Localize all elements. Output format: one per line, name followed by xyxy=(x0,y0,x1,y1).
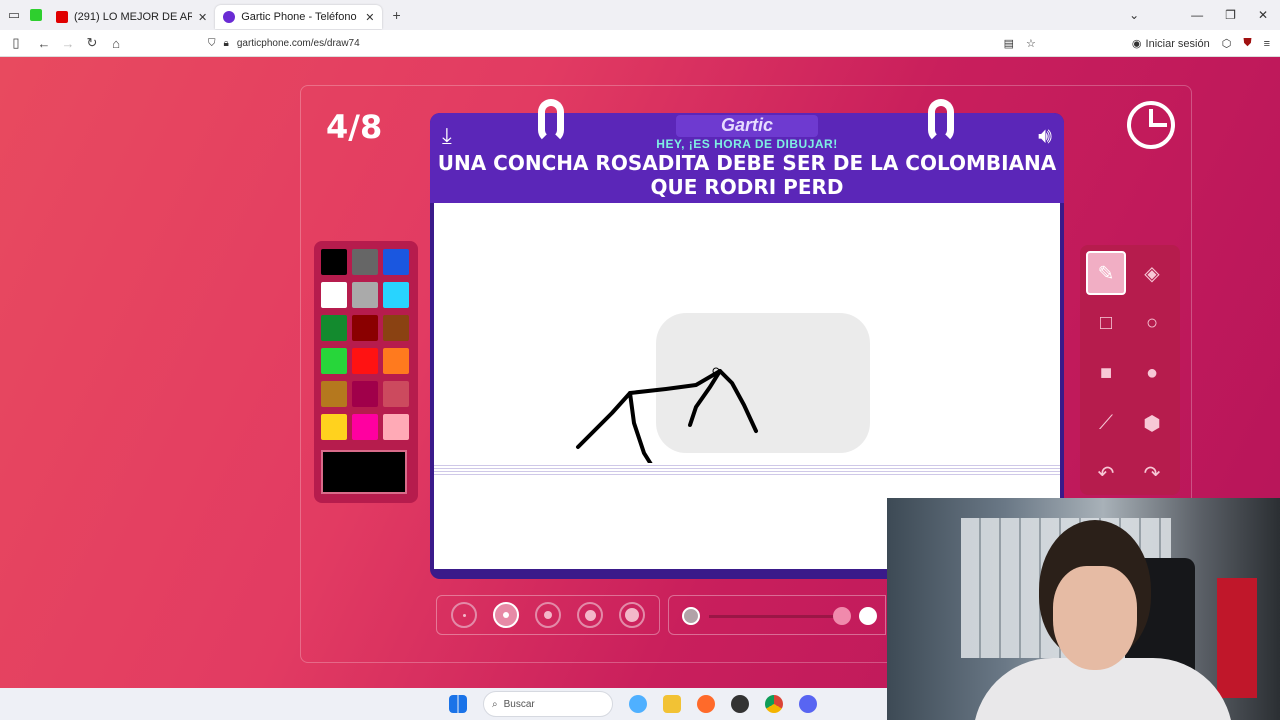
bookmark-star-icon[interactable]: ☆ xyxy=(1026,37,1036,50)
color-swatch[interactable] xyxy=(383,348,409,374)
slider-handle[interactable] xyxy=(833,607,851,625)
color-swatch[interactable] xyxy=(383,381,409,407)
color-swatch[interactable] xyxy=(352,282,378,308)
tab-gartic[interactable]: Gartic Phone - Teléfono Descon ✕ xyxy=(215,5,383,29)
color-swatch[interactable] xyxy=(352,381,378,407)
discord-icon[interactable] xyxy=(799,695,817,713)
color-swatch[interactable] xyxy=(352,414,378,440)
tab-title: Gartic Phone - Teléfono Descon xyxy=(241,11,359,23)
ublock-icon[interactable]: ⛊ xyxy=(1243,37,1251,50)
webcam-person-face xyxy=(1053,566,1137,670)
timer-icon xyxy=(1127,101,1175,149)
forward-icon[interactable]: → xyxy=(56,36,80,51)
tab-favicon-kick[interactable] xyxy=(30,9,42,21)
nav-bar: ▯ ← → ↻ ⌂ ⛉ 🔒︎ garticphone.com/es/draw74… xyxy=(0,30,1280,57)
reload-icon[interactable]: ↻ xyxy=(80,35,104,51)
back-icon[interactable]: ← xyxy=(32,36,56,51)
watermark-logo xyxy=(656,313,870,453)
tab-title: (291) LO MEJOR DE ARGENTINA xyxy=(74,11,192,23)
url-text[interactable]: garticphone.com/es/draw74 xyxy=(237,38,360,49)
canvas-bottom-lines xyxy=(434,463,1060,475)
extensions-icon[interactable]: ⬡ xyxy=(1222,37,1232,50)
circle-outline-icon[interactable]: ○ xyxy=(1132,301,1172,345)
webcam-overlay xyxy=(887,498,1280,720)
round-counter: 4/8 xyxy=(326,108,383,146)
restore-icon[interactable]: ❐ xyxy=(1225,8,1236,22)
window-controls: ⌄ — ❐ ✕ xyxy=(1129,0,1280,30)
search-placeholder: Buscar xyxy=(503,698,535,710)
gartic-logo: Gartic xyxy=(676,115,818,137)
line-icon[interactable]: ⟋ xyxy=(1086,401,1126,445)
youtube-icon xyxy=(56,11,68,23)
minimize-icon[interactable]: — xyxy=(1191,8,1203,22)
color-swatch[interactable] xyxy=(383,282,409,308)
color-swatch[interactable] xyxy=(383,315,409,341)
undo-icon[interactable]: ↶ xyxy=(1086,451,1126,495)
windows-start-icon[interactable] xyxy=(449,695,467,713)
close-tab-icon[interactable]: ✕ xyxy=(365,11,374,24)
color-swatch[interactable] xyxy=(383,414,409,440)
color-swatch[interactable] xyxy=(321,348,347,374)
redo-icon[interactable]: ↷ xyxy=(1132,451,1172,495)
eraser-icon[interactable]: ◈ xyxy=(1132,251,1172,295)
color-swatch[interactable] xyxy=(352,315,378,341)
signin-button[interactable]: Iniciar sesión xyxy=(1146,38,1210,50)
bucket-icon[interactable]: ⬢ xyxy=(1132,401,1172,445)
pencil-icon[interactable]: ✎ xyxy=(1086,251,1126,295)
close-window-icon[interactable]: ✕ xyxy=(1258,8,1268,22)
color-swatch[interactable] xyxy=(352,249,378,275)
account-icon[interactable]: ◉ xyxy=(1132,37,1142,50)
firefox-icon[interactable] xyxy=(697,695,715,713)
color-palette xyxy=(314,241,418,503)
brush-size-4[interactable] xyxy=(577,602,603,628)
copilot-icon[interactable] xyxy=(629,695,647,713)
brush-size-1[interactable] xyxy=(451,602,477,628)
chrome-icon[interactable] xyxy=(765,695,783,713)
tool-panel: ✎ ◈ □ ○ ■ ● ⟋ ⬢ ↶ ↷ xyxy=(1080,245,1180,495)
menu-icon[interactable]: ≡ xyxy=(1264,38,1270,50)
lock-icon: 🔒︎ xyxy=(223,37,229,49)
new-tab-icon[interactable]: + xyxy=(392,7,400,23)
color-swatch[interactable] xyxy=(321,315,347,341)
color-swatch[interactable] xyxy=(321,414,347,440)
current-color xyxy=(321,450,407,494)
brush-size-bar xyxy=(436,595,660,635)
draw-hint: HEY, ¡ES HORA DE DIBUJAR! xyxy=(656,137,838,151)
tab-youtube[interactable]: (291) LO MEJOR DE ARGENTINA ✕ xyxy=(48,5,215,29)
nav-right: ▤ ☆ ◉ Iniciar sesión ⬡ ⛊ ≡ xyxy=(1004,30,1270,57)
color-swatch[interactable] xyxy=(352,348,378,374)
home-icon[interactable]: ⌂ xyxy=(104,36,128,51)
brush-size-2[interactable] xyxy=(493,602,519,628)
color-swatch[interactable] xyxy=(321,381,347,407)
close-tab-icon[interactable]: ✕ xyxy=(198,11,207,24)
taskbar-search[interactable]: ⌕ Buscar xyxy=(483,691,613,717)
rectangle-outline-icon[interactable]: □ xyxy=(1086,301,1126,345)
reader-view-icon[interactable]: ▤ xyxy=(1004,37,1014,50)
search-icon: ⌕ xyxy=(492,698,498,710)
color-swatch[interactable] xyxy=(321,282,347,308)
file-explorer-icon[interactable] xyxy=(663,695,681,713)
webcam-red-scarf xyxy=(1217,578,1257,698)
color-swatch[interactable] xyxy=(383,249,409,275)
chevron-down-icon[interactable]: ⌄ xyxy=(1129,8,1139,22)
color-swatch[interactable] xyxy=(321,249,347,275)
opacity-min-knob xyxy=(682,607,700,625)
address-bar[interactable]: ⛉ 🔒︎ garticphone.com/es/draw74 xyxy=(208,38,360,49)
phrase-prompt: UNA CONCHA ROSADITA DEBE SER DE LA COLOM… xyxy=(437,151,1057,199)
shield-icon[interactable]: ⛉ xyxy=(208,38,216,49)
tab-bar: ▭ (291) LO MEJOR DE ARGENTINA ✕ Gartic P… xyxy=(0,0,1280,30)
brush-size-3[interactable] xyxy=(535,602,561,628)
tab-list-icon[interactable]: ▭ xyxy=(2,7,26,23)
taskbar: ⌕ Buscar xyxy=(0,688,887,720)
rectangle-fill-icon[interactable]: ■ xyxy=(1086,351,1126,395)
circle-fill-icon[interactable]: ● xyxy=(1132,351,1172,395)
opacity-slider[interactable] xyxy=(668,595,886,635)
brush-size-5[interactable] xyxy=(619,602,645,628)
slider-track[interactable] xyxy=(709,615,839,618)
opacity-max-knob xyxy=(859,607,877,625)
sidebar-icon[interactable]: ▯ xyxy=(4,35,28,51)
obs-icon[interactable] xyxy=(731,695,749,713)
gartic-icon xyxy=(223,11,236,23)
